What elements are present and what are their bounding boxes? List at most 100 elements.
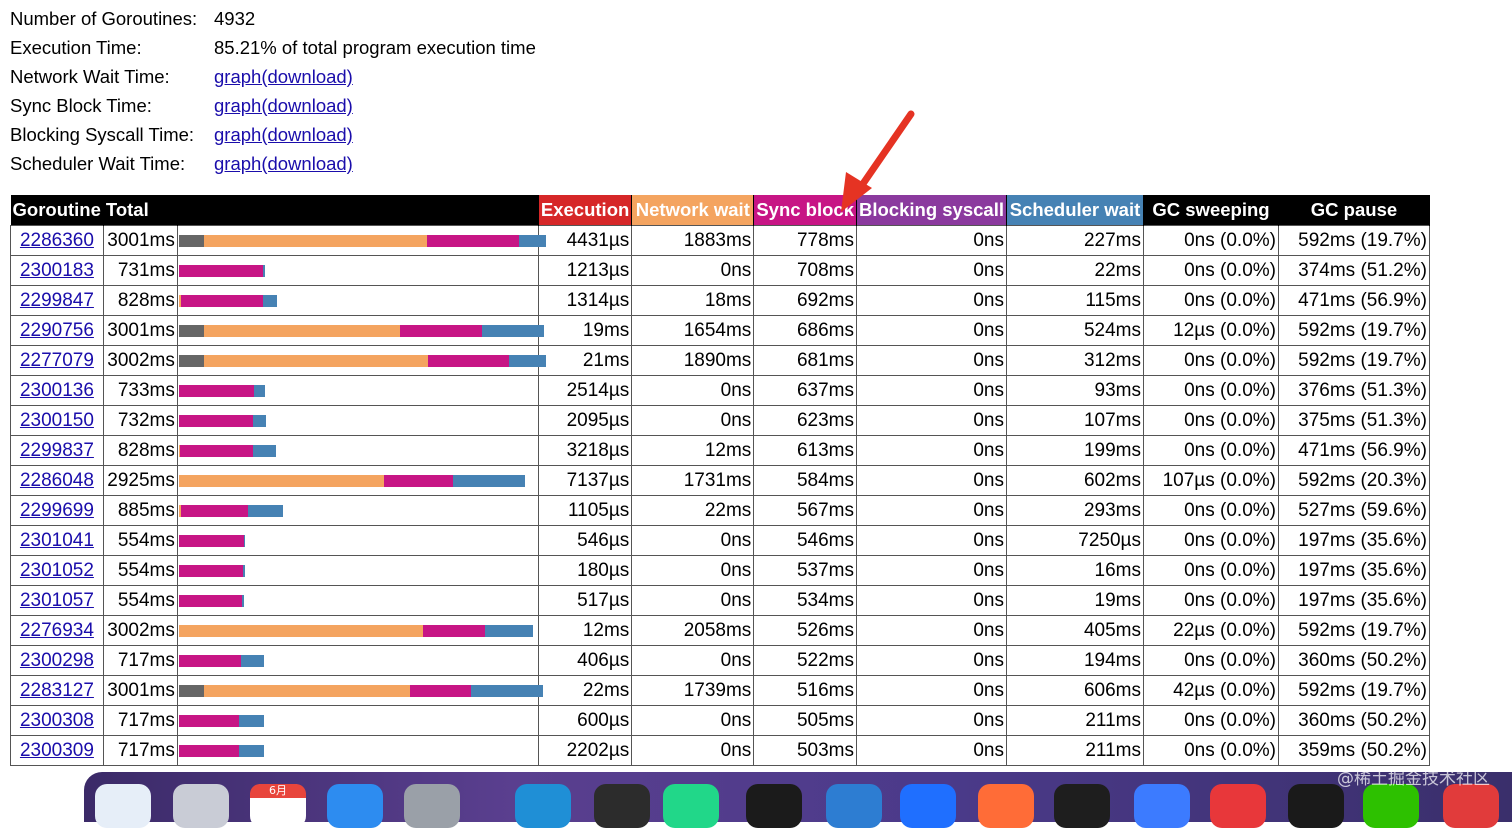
summary-exec: Execution Time: 85.21% of total program … [10, 33, 536, 62]
header-total[interactable]: Total [103, 195, 178, 226]
goroutine-link[interactable]: 2299837 [20, 440, 94, 461]
office-icon[interactable] [1210, 784, 1266, 828]
header-sweep[interactable]: GC sweeping [1143, 195, 1279, 226]
header-network[interactable]: Network wait [631, 195, 755, 226]
wechat-icon[interactable] [1363, 784, 1419, 828]
table-row[interactable]: 2300183 731ms 1213µs 0ns 708ms 0ns 22ms 0ns (0.… [10, 255, 1430, 286]
table-row[interactable]: 2299699 885ms 1105µs 22ms 567ms 0ns 293ms 0ns (… [10, 495, 1430, 526]
table-row[interactable]: 2300136 733ms 2514µs 0ns 637ms 0ns 93ms 0ns (0.… [10, 375, 1430, 406]
goroutine-link[interactable]: 2300150 [20, 410, 94, 431]
header-syscall[interactable]: Blocking syscall [856, 195, 1007, 226]
sync-block-cell: 526ms [753, 615, 857, 646]
postman-icon[interactable] [978, 784, 1034, 828]
goroutine-link[interactable]: 2299847 [20, 290, 94, 311]
activity-monitor-icon[interactable] [1054, 784, 1110, 828]
total-cell: 717ms [102, 735, 178, 766]
sync-block-cell: 708ms [753, 255, 857, 286]
goroutine-link[interactable]: 2283127 [20, 680, 94, 701]
iterm-beta-icon[interactable] [746, 784, 802, 828]
header-goroutine[interactable]: Goroutine [10, 195, 104, 226]
table-row[interactable]: 2286360 3001ms 4431µs 1883ms 778ms 0ns 227ms 0n… [10, 225, 1430, 256]
sched-segment [484, 624, 533, 637]
goroutine-link[interactable]: 2290756 [20, 320, 94, 341]
table-row[interactable]: 2301052 554ms 180µs 0ns 537ms 0ns 16ms 0ns (0.0… [10, 555, 1430, 586]
sync-block-cell: 503ms [753, 735, 857, 766]
gc-sweeping-cell: 12µs (0.0%) [1142, 315, 1279, 346]
sync-block-cell: 516ms [753, 675, 857, 706]
messenger-icon[interactable] [900, 784, 956, 828]
execution-cell: 1314µs [537, 285, 633, 316]
blocking-syscall-cell: 0ns [856, 225, 1007, 256]
calendar-icon[interactable]: 6月 [250, 784, 306, 828]
goroutine-link[interactable]: 2276934 [20, 620, 94, 641]
goroutine-link[interactable]: 2300298 [20, 650, 94, 671]
goroutine-link[interactable]: 2301041 [20, 530, 94, 551]
table-row[interactable]: 2299847 828ms 1314µs 18ms 692ms 0ns 115ms 0ns (… [10, 285, 1430, 316]
goroutine-link[interactable]: 2301057 [20, 590, 94, 611]
goroutine-link[interactable]: 2299699 [20, 500, 94, 521]
wps-icon[interactable] [1443, 784, 1499, 828]
total-cell: 554ms [102, 555, 178, 586]
sched-segment [262, 294, 277, 307]
syscall-graph-link[interactable]: graph(download) [214, 120, 353, 149]
goroutine-id-cell: 2300136 [10, 375, 104, 406]
goland-icon[interactable] [1288, 784, 1344, 828]
goroutine-link[interactable]: 2277079 [20, 350, 94, 371]
execution-cell: 19ms [537, 315, 633, 346]
gc-sweeping-cell: 0ns (0.0%) [1142, 585, 1279, 616]
finder-icon[interactable] [95, 784, 151, 828]
datagrip-icon[interactable] [663, 784, 719, 828]
sync-segment [409, 684, 471, 697]
goroutine-link[interactable]: 2286048 [20, 470, 94, 491]
goroutine-id-cell: 2277079 [10, 345, 104, 376]
gc-sweeping-cell: 0ns (0.0%) [1142, 555, 1279, 586]
lark-icon[interactable] [1134, 784, 1190, 828]
sched-graph-link[interactable]: graph(download) [214, 149, 353, 178]
execution-cell: 546µs [537, 525, 633, 556]
network-label: Network Wait Time: [10, 66, 170, 87]
blocking-syscall-cell: 0ns [856, 345, 1007, 376]
vscode-icon[interactable] [826, 784, 882, 828]
sync-graph-link[interactable]: graph(download) [214, 91, 353, 120]
goroutine-link[interactable]: 2300308 [20, 710, 94, 731]
header-sched[interactable]: Scheduler wait [1006, 195, 1144, 226]
table-row[interactable]: 2283127 3001ms 22ms 1739ms 516ms 0ns 606ms 42µs… [10, 675, 1430, 706]
table-row[interactable]: 2300309 717ms 2202µs 0ns 503ms 0ns 211ms 0ns (0… [10, 735, 1430, 766]
network-segment [178, 624, 423, 637]
breakdown-bar-cell [176, 315, 544, 346]
edge-icon[interactable] [515, 784, 571, 828]
goroutine-link[interactable]: 2300136 [20, 380, 94, 401]
goroutine-link[interactable]: 2286360 [20, 230, 94, 251]
table-row[interactable]: 2276934 3002ms 12ms 2058ms 526ms 0ns 405ms 22µs… [10, 615, 1430, 646]
table-row[interactable]: 2300150 732ms 2095µs 0ns 623ms 0ns 107ms 0ns (0… [10, 405, 1430, 436]
sync-block-cell: 567ms [753, 495, 857, 526]
sched-segment [452, 474, 525, 487]
header-pause[interactable]: GC pause [1278, 195, 1430, 226]
launchpad-icon[interactable] [173, 784, 229, 828]
terminal-icon[interactable] [594, 784, 650, 828]
xcode-icon[interactable] [327, 784, 383, 828]
goroutine-link[interactable]: 2300183 [20, 260, 94, 281]
gc-sweeping-cell: 22µs (0.0%) [1142, 615, 1279, 646]
table-row[interactable]: 2300298 717ms 406µs 0ns 522ms 0ns 194ms 0ns (0.… [10, 645, 1430, 676]
goroutines-value: 4932 [214, 8, 256, 29]
sched-segment [238, 714, 264, 727]
goroutine-link[interactable]: 2300309 [20, 740, 94, 761]
table-row[interactable]: 2290756 3001ms 19ms 1654ms 686ms 0ns 524ms 12µs… [10, 315, 1430, 346]
table-row[interactable]: 2277079 3002ms 21ms 1890ms 681ms 0ns 312ms 0ns … [10, 345, 1430, 376]
header-sync[interactable]: Sync block [753, 195, 857, 226]
exec-label: Execution Time: [10, 37, 142, 58]
table-row[interactable]: 2286048 2925ms 7137µs 1731ms 584ms 0ns 602ms 10… [10, 465, 1430, 496]
network-graph-link[interactable]: graph(download) [214, 62, 353, 91]
table-row[interactable]: 2300308 717ms 600µs 0ns 505ms 0ns 211ms 0ns (0.… [10, 705, 1430, 736]
breakdown-bar-cell [176, 435, 539, 466]
goroutine-link[interactable]: 2301052 [20, 560, 94, 581]
execution-cell: 1105µs [537, 495, 633, 526]
execution-cell: 406µs [537, 645, 633, 676]
system-settings-icon[interactable] [404, 784, 460, 828]
header-execution[interactable]: Execution [538, 195, 633, 226]
network-wait-cell: 1890ms [631, 345, 755, 376]
table-row[interactable]: 2299837 828ms 3218µs 12ms 613ms 0ns 199ms 0ns (… [10, 435, 1430, 466]
table-row[interactable]: 2301041 554ms 546µs 0ns 546ms 0ns 7250µs 0ns (0… [10, 525, 1430, 556]
table-row[interactable]: 2301057 554ms 517µs 0ns 534ms 0ns 19ms 0ns (0.0… [10, 585, 1430, 616]
